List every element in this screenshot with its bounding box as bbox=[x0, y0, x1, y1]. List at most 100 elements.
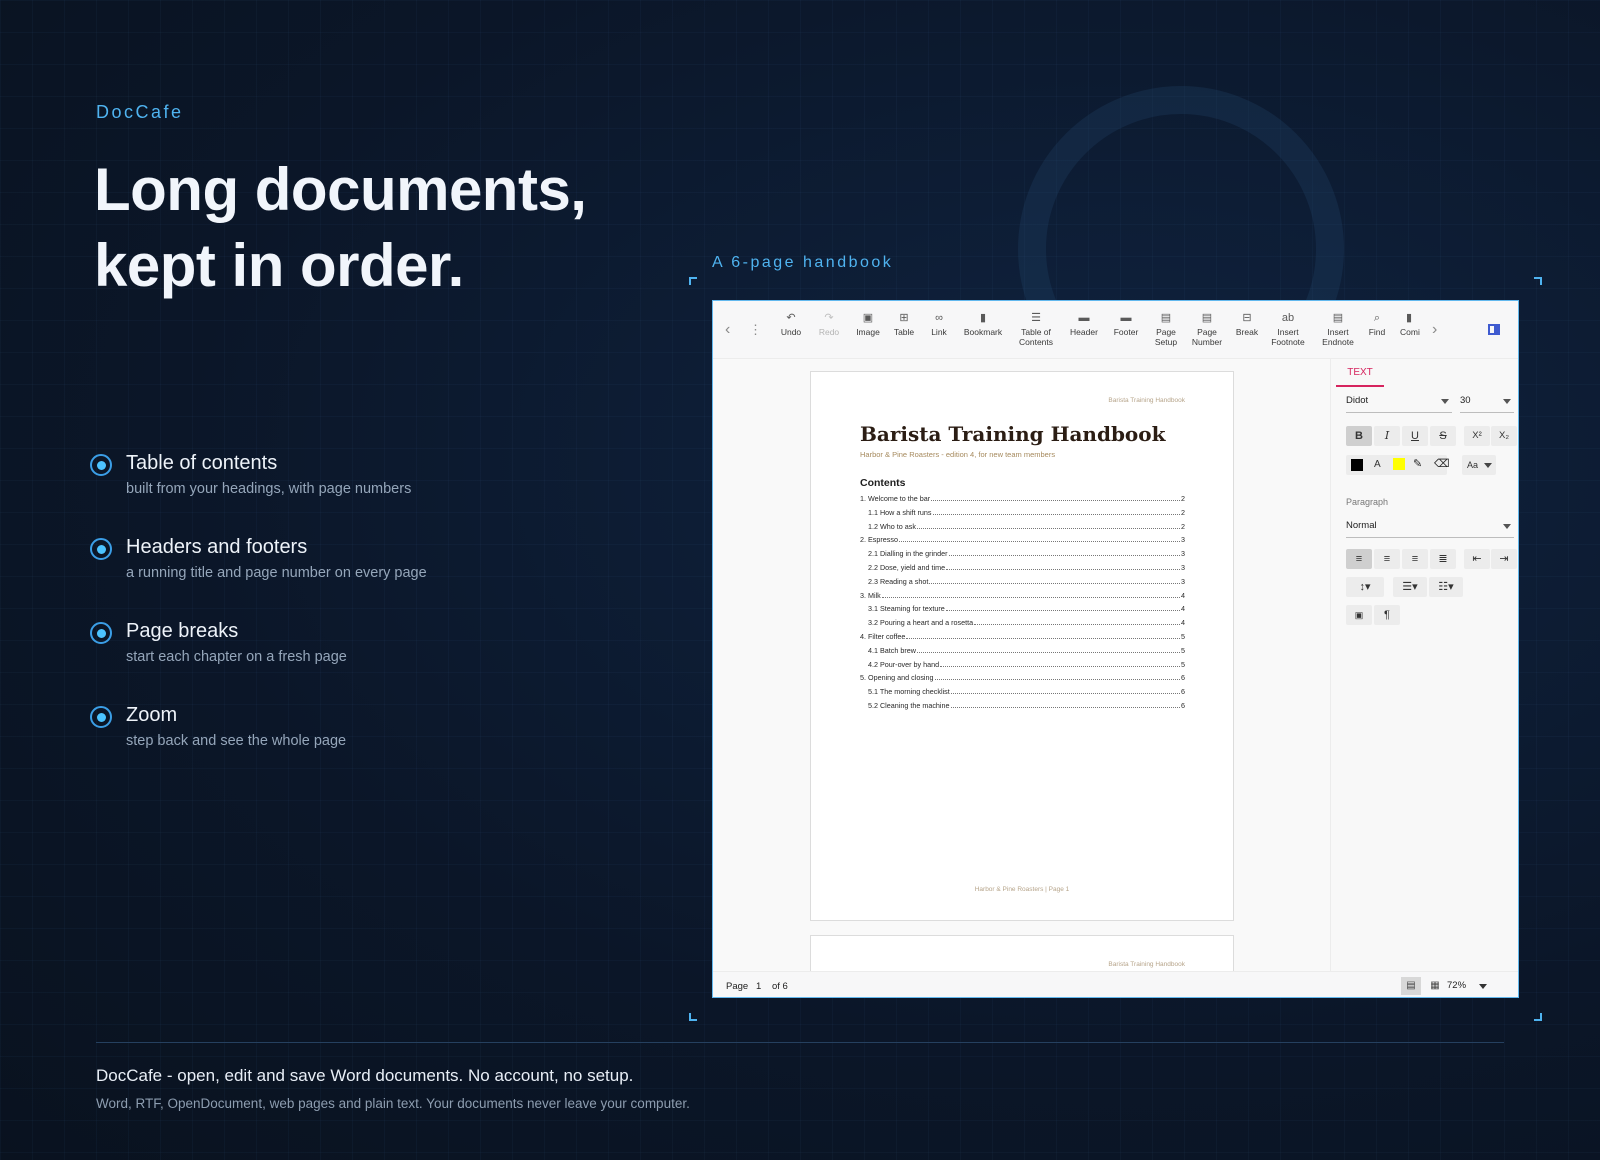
decrease-indent-button[interactable]: ⇤ bbox=[1464, 549, 1490, 569]
toc-leader bbox=[946, 568, 1180, 570]
chevron-down-icon bbox=[1503, 399, 1511, 404]
toc-entry[interactable]: 1.1 How a shift runs 2 bbox=[860, 508, 1185, 522]
toc-leader bbox=[931, 500, 1180, 501]
insert-endnote-button[interactable]: ▤ Insert Endnote bbox=[1319, 311, 1357, 347]
change-case-button[interactable]: Aa bbox=[1462, 455, 1496, 475]
header-button[interactable]: ▬ Header bbox=[1068, 311, 1100, 337]
toc-leader bbox=[916, 527, 1180, 529]
page-setup-button[interactable]: ▤ Page Setup bbox=[1153, 311, 1179, 347]
web-view-icon[interactable]: ▦ bbox=[1425, 977, 1445, 995]
font-size-select[interactable]: 30 bbox=[1460, 393, 1514, 413]
toc-entry[interactable]: 2. Espresso 3 bbox=[860, 535, 1185, 549]
current-page-input[interactable]: 1 bbox=[756, 981, 761, 992]
feature-title: Page breaks bbox=[126, 620, 239, 642]
toc-entry[interactable]: 2.3 Reading a shot 3 bbox=[860, 577, 1185, 591]
page-count: of 6 bbox=[772, 981, 788, 992]
insert-table-button[interactable]: ⊞ Table bbox=[891, 311, 917, 337]
font-color-swatch[interactable] bbox=[1351, 459, 1363, 471]
bullet-list-button[interactable]: ☰▾ bbox=[1393, 577, 1427, 597]
toc-entry[interactable]: 2.1 Dialling in the grinder 3 bbox=[860, 549, 1185, 563]
chevron-left-icon[interactable]: ‹ bbox=[725, 321, 730, 339]
find-button[interactable]: ⌕ Find bbox=[1365, 311, 1389, 337]
toc-entry[interactable]: 1.2 Who to ask 2 bbox=[860, 522, 1185, 536]
page-number-button[interactable]: ▤ Page Number bbox=[1189, 311, 1225, 347]
brand-name: DocCafe bbox=[96, 102, 184, 122]
paragraph-style-select[interactable]: Normal bbox=[1346, 518, 1514, 538]
bold-button[interactable]: B bbox=[1346, 426, 1372, 446]
insert-link-button[interactable]: ∞ Link bbox=[927, 311, 951, 337]
page-setup-label-line-2: Setup bbox=[1154, 337, 1178, 347]
font-family-select[interactable]: Didot bbox=[1346, 393, 1452, 413]
font-color-icon[interactable]: A bbox=[1374, 459, 1381, 470]
feature-list: Table of contents built from your headin… bbox=[88, 450, 427, 786]
toc-entry[interactable]: 4.2 Pour-over by hand 5 bbox=[860, 660, 1185, 674]
toc-entry[interactable]: 1. Welcome to the bar 2 bbox=[860, 494, 1185, 508]
document-canvas[interactable]: Barista Training Handbook Barista Traini… bbox=[713, 359, 1330, 971]
toc-entry-text: 4. Filter coffee bbox=[860, 631, 906, 641]
italic-button[interactable]: I bbox=[1374, 426, 1400, 446]
superscript-button[interactable]: X² bbox=[1464, 426, 1490, 446]
document-page[interactable]: Barista Training Handbook Barista Traini… bbox=[810, 371, 1234, 921]
toc-entry[interactable]: 4. Filter coffee 5 bbox=[860, 632, 1185, 646]
toc-leader bbox=[940, 665, 1180, 667]
toc-entry[interactable]: 2.2 Dose, yield and time 3 bbox=[860, 563, 1185, 577]
align-center-button[interactable]: ≡ bbox=[1374, 549, 1400, 569]
sidebar-panel-icon[interactable] bbox=[1488, 324, 1500, 335]
toc-entry-page: 3 bbox=[1181, 576, 1185, 586]
running-header: Barista Training Handbook bbox=[1108, 961, 1185, 968]
subscript-button[interactable]: X₂ bbox=[1491, 426, 1517, 446]
toc-label-line-2: Contents bbox=[1018, 337, 1054, 347]
feature-description: step back and see the whole page bbox=[126, 733, 347, 749]
feature-title: Zoom bbox=[126, 704, 178, 726]
toc-entry[interactable]: 3.2 Pouring a heart and a rosetta 4 bbox=[860, 618, 1185, 632]
page-break-button[interactable]: ⊟ Break bbox=[1233, 311, 1261, 337]
table-of-contents-button[interactable]: ☰ Table of Contents bbox=[1016, 311, 1056, 347]
eraser-icon[interactable]: ⌫ bbox=[1434, 457, 1450, 470]
toc-entry-text: 2.1 Dialling in the grinder bbox=[868, 549, 948, 559]
toc-entry[interactable]: 5.2 Cleaning the machine 6 bbox=[860, 701, 1185, 715]
underline-button[interactable]: U bbox=[1402, 426, 1428, 446]
highlighter-icon[interactable]: ✎ bbox=[1413, 457, 1422, 470]
align-justify-button[interactable]: ≣ bbox=[1430, 549, 1456, 569]
show-formatting-marks-button[interactable]: ¶ bbox=[1374, 605, 1400, 625]
more-vertical-icon[interactable]: ⋮ bbox=[749, 322, 762, 338]
insert-footnote-button[interactable]: ab Insert Footnote bbox=[1268, 311, 1308, 347]
increase-indent-button[interactable]: ⇥ bbox=[1491, 549, 1517, 569]
toc-entry-page: 2 bbox=[1181, 521, 1185, 531]
align-left-button[interactable]: ≡ bbox=[1346, 549, 1372, 569]
undo-label: Undo bbox=[780, 327, 802, 337]
highlight-color-swatch[interactable] bbox=[1393, 458, 1405, 470]
page-view-icon[interactable]: ▤ bbox=[1401, 977, 1421, 995]
toc-entry[interactable]: 5. Opening and closing 6 bbox=[860, 673, 1185, 687]
undo-button[interactable]: ↶ Undo bbox=[779, 311, 803, 337]
page-number-label-line-1: Page bbox=[1197, 327, 1217, 337]
toc-entry-page: 3 bbox=[1181, 562, 1185, 572]
footer-button[interactable]: ▬ Footer bbox=[1111, 311, 1141, 337]
endnote-icon: ▤ bbox=[1332, 312, 1344, 324]
redo-button[interactable]: ↷ Redo bbox=[817, 311, 841, 337]
strikethrough-button[interactable]: S bbox=[1430, 426, 1456, 446]
toc-entry[interactable]: 3.1 Steaming for texture 4 bbox=[860, 604, 1185, 618]
toc-entry[interactable]: 4.1 Batch brew 5 bbox=[860, 646, 1185, 660]
align-right-button[interactable]: ≡ bbox=[1402, 549, 1428, 569]
toc-entry-page: 2 bbox=[1181, 507, 1185, 517]
chevron-down-icon bbox=[1479, 984, 1487, 989]
footnote-label-line-2: Footnote bbox=[1271, 337, 1305, 347]
bookmark-button[interactable]: ▮ Bookmark bbox=[962, 311, 1004, 337]
tab-text[interactable]: TEXT bbox=[1336, 367, 1384, 387]
zoom-select[interactable]: 72% bbox=[1447, 980, 1487, 991]
toc-entry[interactable]: 5.1 The morning checklist 6 bbox=[860, 687, 1185, 701]
paragraph-settings-icon[interactable]: ▣ bbox=[1346, 605, 1372, 625]
document-page[interactable]: Barista Training Handbook bbox=[810, 935, 1234, 971]
toc-entry[interactable]: 3. Milk 4 bbox=[860, 591, 1185, 605]
comment-button[interactable]: ▮ Comi bbox=[1400, 311, 1424, 337]
paragraph-style-value: Normal bbox=[1346, 520, 1377, 531]
toc-entry-page: 5 bbox=[1181, 645, 1185, 655]
table-label: Table bbox=[893, 327, 915, 337]
numbered-list-button[interactable]: ☷▾ bbox=[1429, 577, 1463, 597]
chevron-right-icon[interactable]: › bbox=[1432, 321, 1437, 339]
insert-image-button[interactable]: ▣ Image bbox=[853, 311, 883, 337]
line-spacing-button[interactable]: ↕▾ bbox=[1346, 577, 1384, 597]
chevron-down-icon bbox=[1484, 463, 1492, 468]
toc-entry-text: 1.2 Who to ask bbox=[868, 521, 916, 531]
